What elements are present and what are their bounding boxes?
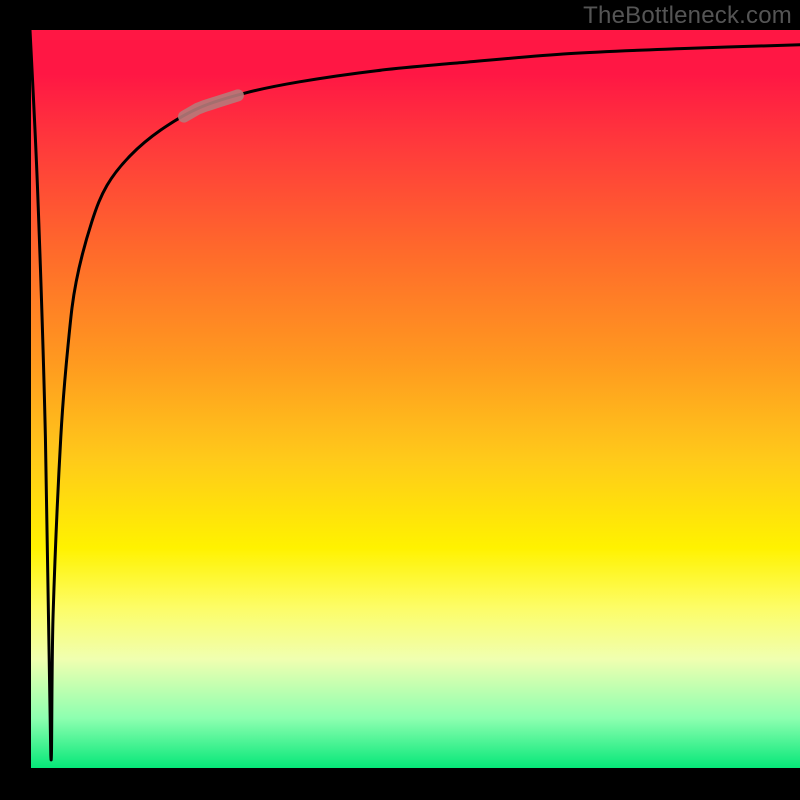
x-axis — [28, 768, 800, 771]
bottleneck-curve-line — [30, 30, 800, 760]
chart-curve-svg — [30, 30, 800, 770]
chart-frame: TheBottleneck.com — [0, 0, 800, 800]
watermark-text: TheBottleneck.com — [583, 2, 792, 30]
curve-highlight-segment — [184, 95, 238, 116]
y-axis — [28, 28, 31, 772]
